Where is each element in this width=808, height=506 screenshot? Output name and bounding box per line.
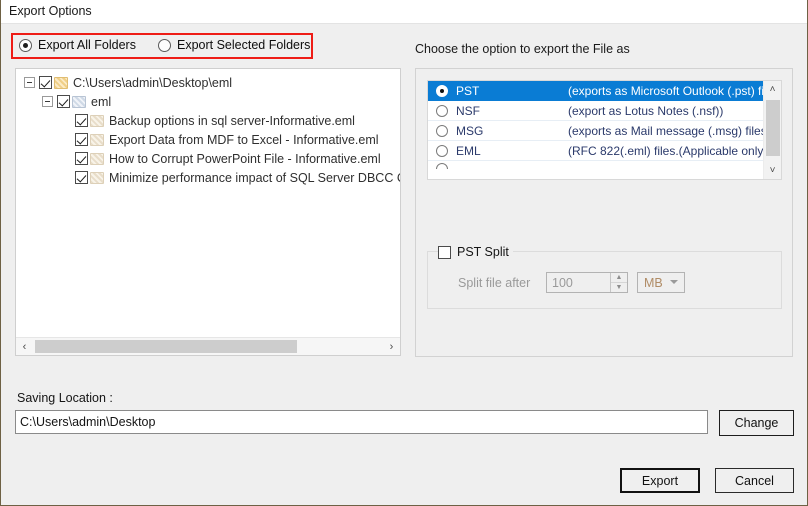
- scroll-up-icon[interactable]: ˄: [764, 81, 781, 98]
- radio-selected-folders-indicator: [158, 38, 171, 52]
- tree-node-label: Export Data from MDF to Excel - Informat…: [109, 132, 379, 147]
- format-option-radio[interactable]: [436, 84, 448, 97]
- radio-selected-folders-label: Export Selected Folders: [177, 38, 311, 52]
- export-format-panel: PST (exports as Microsoft Outlook (.pst) …: [415, 68, 793, 357]
- eml-file-icon: [90, 114, 104, 127]
- radio-all-folders-indicator: [19, 38, 32, 52]
- tree-node[interactable]: C:\Users\admin\Desktop\eml: [16, 73, 400, 92]
- scroll-down-icon[interactable]: ˅: [764, 162, 781, 179]
- folder-tree-panel[interactable]: C:\Users\admin\Desktop\eml eml Backup opti…: [15, 68, 401, 356]
- pst-split-label: PST Split: [457, 245, 509, 259]
- pst-split-checkbox[interactable]: [438, 245, 451, 259]
- window-title: Export Options: [9, 4, 92, 18]
- tree-node-label: eml: [91, 94, 112, 109]
- split-unit-select[interactable]: MB: [637, 272, 685, 293]
- tree-node[interactable]: Minimize performance impact of SQL Serve…: [16, 168, 400, 187]
- scroll-right-icon[interactable]: ›: [383, 338, 400, 355]
- format-option-description: (RFC 822(.eml) files.(Applicable only fo…: [568, 143, 764, 158]
- folder-tree-list: C:\Users\admin\Desktop\eml eml Backup opti…: [16, 73, 400, 187]
- format-option-row[interactable]: NSF (export as Lotus Notes (.nsf)): [428, 101, 764, 121]
- export-format-options: PST (exports as Microsoft Outlook (.pst) …: [428, 81, 764, 169]
- tree-expander-icon[interactable]: [42, 96, 53, 107]
- format-scroll-thumb[interactable]: [766, 100, 780, 156]
- scroll-left-icon[interactable]: ‹: [16, 338, 33, 355]
- eml-file-icon: [90, 133, 104, 146]
- format-vertical-scrollbar[interactable]: ˄ ˅: [763, 81, 781, 179]
- split-size-value: 100: [552, 276, 573, 290]
- format-option-radio[interactable]: [436, 124, 448, 137]
- spin-up-icon[interactable]: ▲: [611, 273, 627, 283]
- title-bar: Export Options: [1, 0, 807, 24]
- saving-location-value: C:\Users\admin\Desktop: [20, 415, 156, 429]
- cancel-button[interactable]: Cancel: [715, 468, 794, 493]
- export-format-heading: Choose the option to export the File as: [415, 42, 630, 56]
- tree-node[interactable]: How to Corrupt PowerPoint File - Informa…: [16, 149, 400, 168]
- format-option-row[interactable]: MSG (exports as Mail message (.msg) files…: [428, 121, 764, 141]
- format-option-radio[interactable]: [436, 144, 448, 157]
- export-button[interactable]: Export: [620, 468, 700, 493]
- tree-expander-icon[interactable]: [24, 77, 35, 88]
- split-file-after-label: Split file after: [458, 276, 531, 290]
- format-option-name: PST: [456, 83, 480, 98]
- radio-export-selected-folders[interactable]: Export Selected Folders: [158, 38, 310, 52]
- tree-node-checkbox[interactable]: [75, 133, 88, 146]
- tree-node-label: Minimize performance impact of SQL Serve…: [109, 170, 401, 185]
- format-option-radio[interactable]: [436, 163, 448, 169]
- tree-node-checkbox[interactable]: [75, 114, 88, 127]
- tree-horizontal-scrollbar[interactable]: ‹ ›: [16, 337, 400, 355]
- tree-node[interactable]: Export Data from MDF to Excel - Informat…: [16, 130, 400, 149]
- tree-node[interactable]: eml: [16, 92, 400, 111]
- split-unit-value: MB: [644, 276, 663, 290]
- format-option-description: (exports as Mail message (.msg) files.): [568, 123, 764, 138]
- export-format-list[interactable]: PST (exports as Microsoft Outlook (.pst) …: [427, 80, 782, 180]
- eml-file-icon: [90, 152, 104, 165]
- format-option-description: (export as Lotus Notes (.nsf)): [568, 103, 724, 118]
- chevron-down-icon: [670, 280, 678, 284]
- format-option-row[interactable]: PST (exports as Microsoft Outlook (.pst) …: [428, 81, 764, 101]
- tree-node-label: C:\Users\admin\Desktop\eml: [73, 75, 233, 90]
- folder-icon-blue: [72, 95, 86, 108]
- format-option-row[interactable]: EML (RFC 822(.eml) files.(Applicable only…: [428, 141, 764, 161]
- format-option-name: NSF: [456, 103, 480, 118]
- tree-node-checkbox[interactable]: [57, 95, 70, 108]
- spin-down-icon[interactable]: ▼: [611, 283, 627, 293]
- export-options-window: Export Options Export All Folders Export…: [0, 0, 808, 506]
- tree-node-checkbox[interactable]: [75, 152, 88, 165]
- format-option-row-partial[interactable]: [428, 161, 764, 169]
- tree-scroll-thumb[interactable]: [35, 340, 297, 353]
- saving-location-label: Saving Location :: [17, 391, 113, 405]
- tree-node-checkbox[interactable]: [75, 171, 88, 184]
- eml-file-icon: [90, 171, 104, 184]
- change-location-button[interactable]: Change: [719, 410, 794, 436]
- tree-node-label: Backup options in sql server-Informative…: [109, 113, 355, 128]
- pst-split-toggle[interactable]: PST Split: [438, 244, 513, 260]
- split-size-spin-buttons[interactable]: ▲ ▼: [610, 273, 627, 292]
- tree-node-checkbox[interactable]: [39, 76, 52, 89]
- split-size-stepper[interactable]: 100 ▲ ▼: [546, 272, 628, 293]
- format-option-name: MSG: [456, 123, 484, 138]
- format-option-description: (exports as Microsoft Outlook (.pst) fil…: [568, 83, 764, 98]
- export-mode-group: Export All Folders Export Selected Folde…: [11, 33, 313, 59]
- folder-icon-gold: [54, 76, 68, 89]
- saving-location-input[interactable]: C:\Users\admin\Desktop: [15, 410, 708, 434]
- tree-node[interactable]: Backup options in sql server-Informative…: [16, 111, 400, 130]
- tree-node-label: How to Corrupt PowerPoint File - Informa…: [109, 151, 381, 166]
- radio-export-all-folders[interactable]: Export All Folders: [19, 38, 136, 52]
- radio-all-folders-label: Export All Folders: [38, 38, 136, 52]
- format-option-name: EML: [456, 143, 481, 158]
- format-option-radio[interactable]: [436, 104, 448, 117]
- pst-split-group: PST Split Split file after 100 ▲ ▼ MB: [427, 244, 782, 309]
